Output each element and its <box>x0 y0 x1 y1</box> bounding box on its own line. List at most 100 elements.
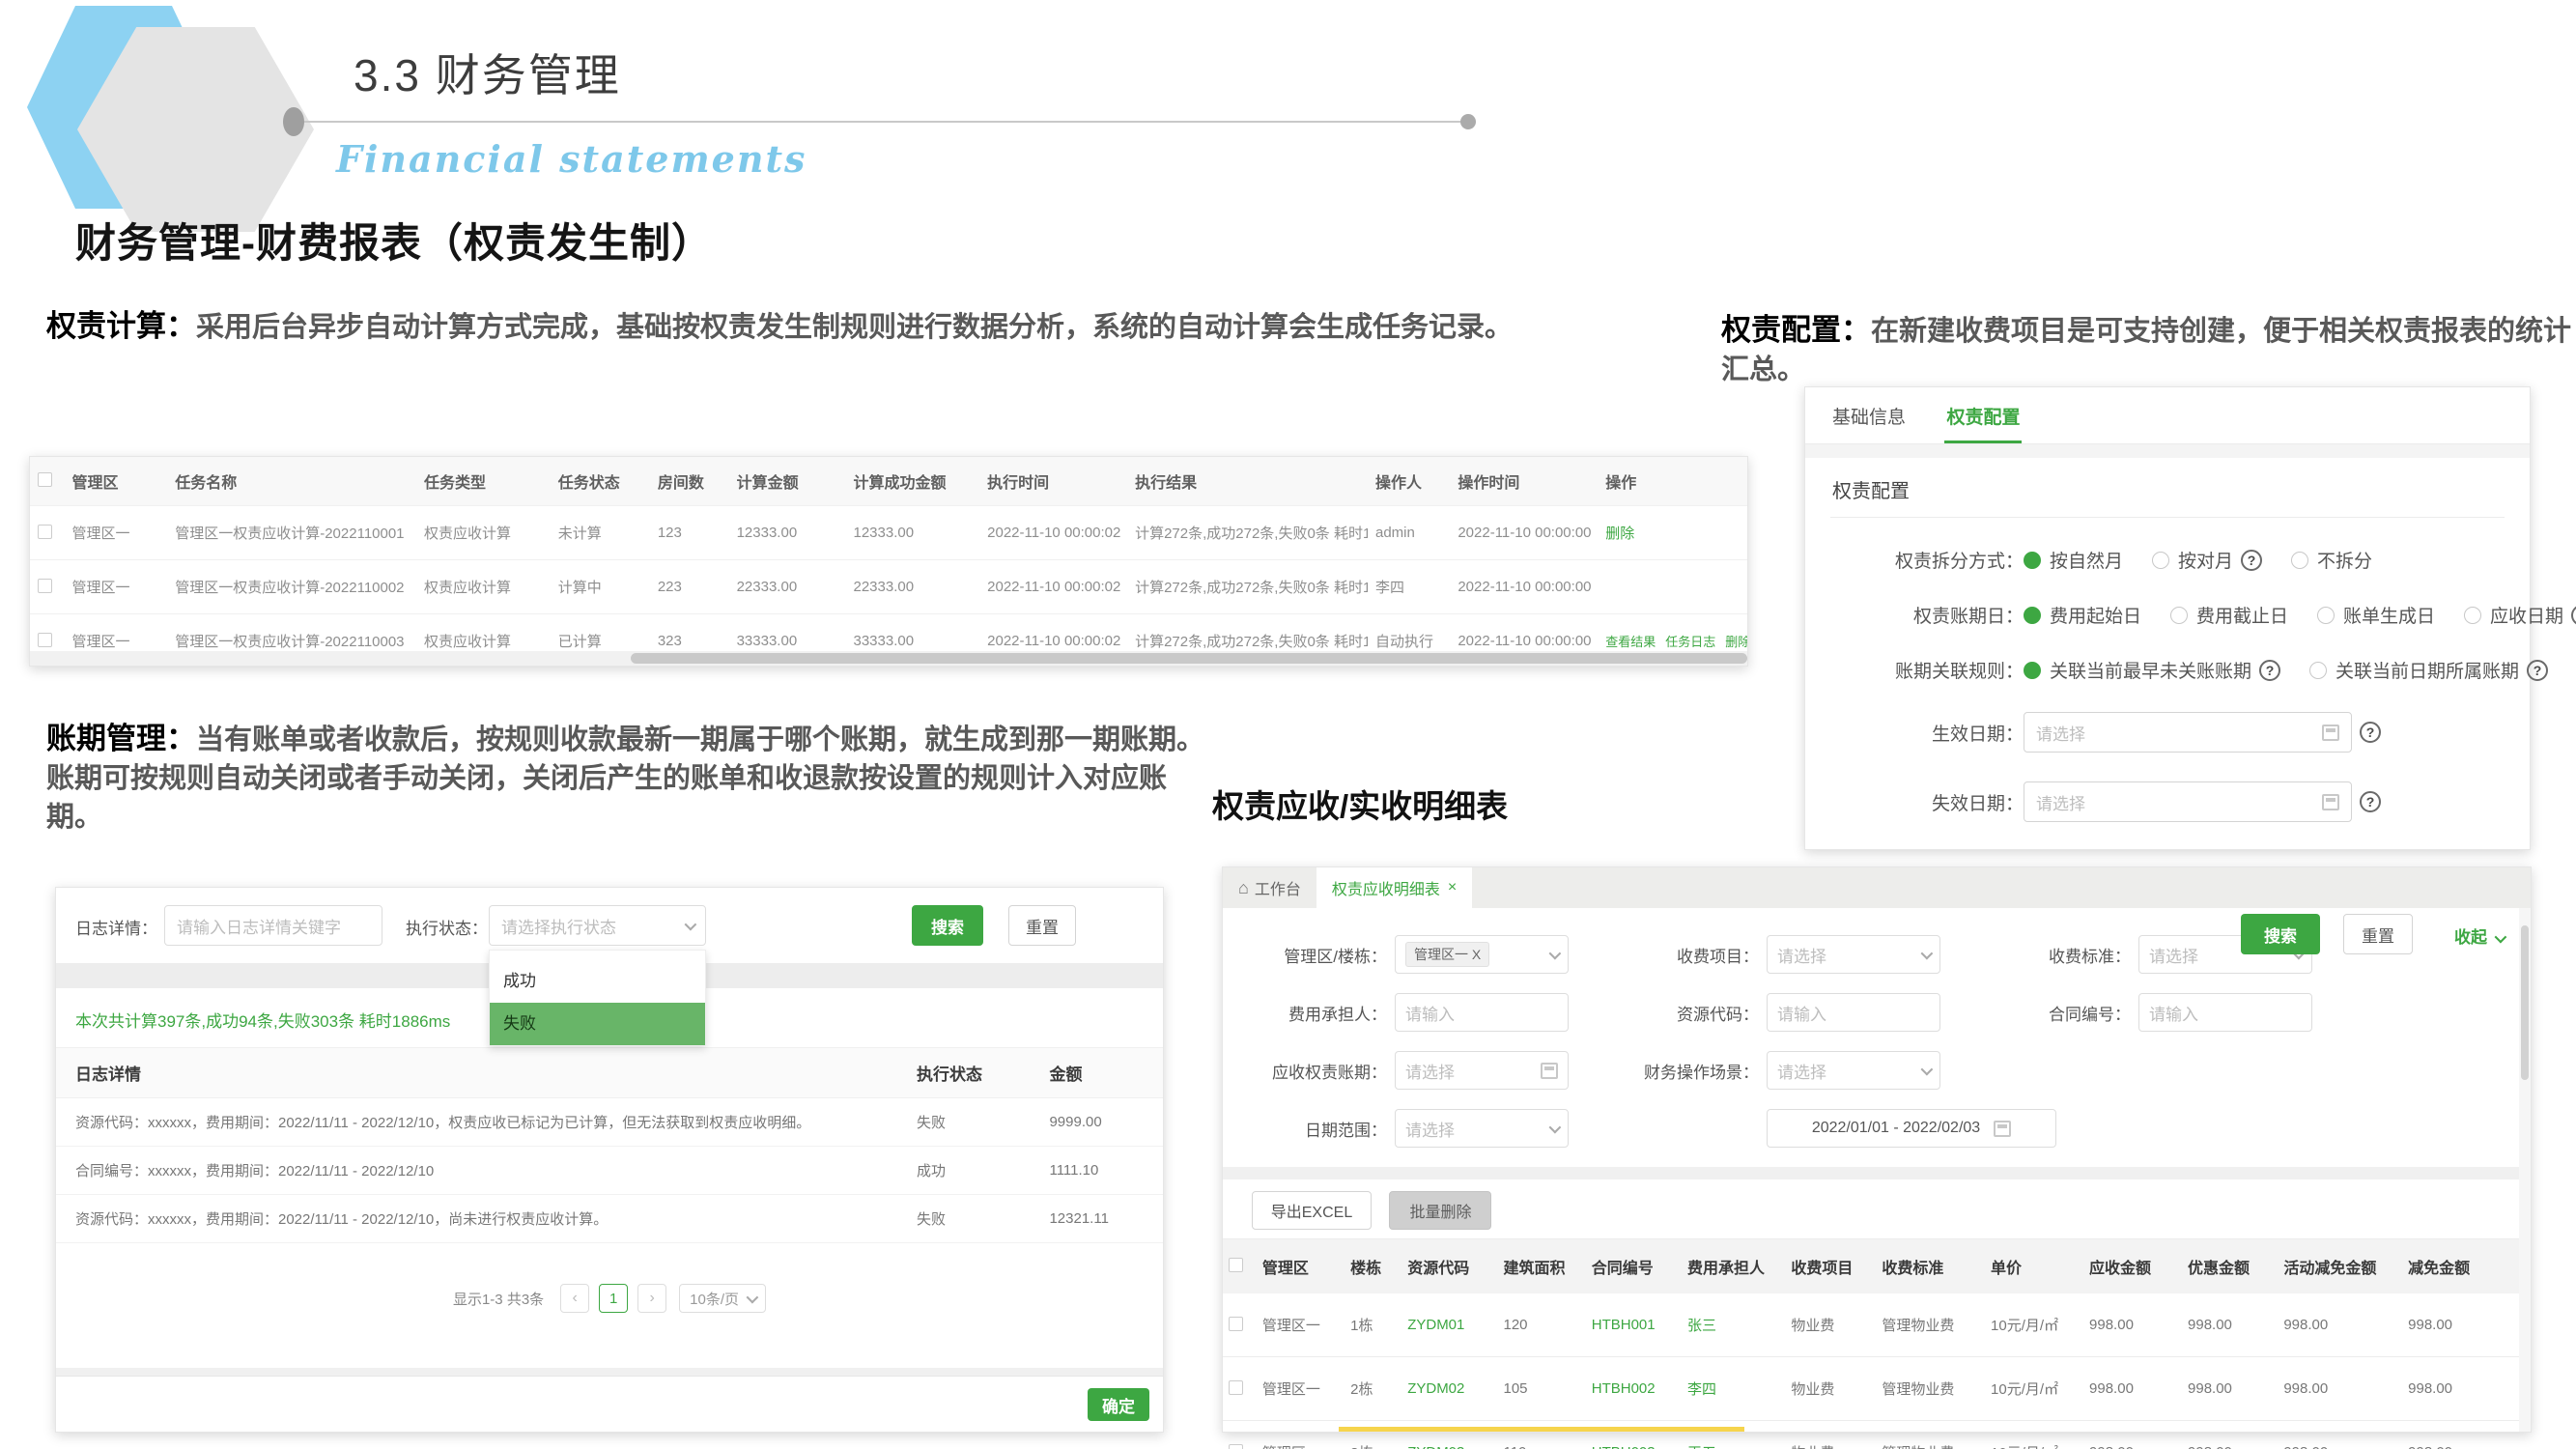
page-size-value: 10条/页 <box>690 1289 739 1309</box>
tab-duty-config[interactable]: 权责配置 <box>1944 403 2022 443</box>
col-contract-no: 合同编号 <box>1586 1239 1682 1293</box>
tab-basic-info[interactable]: 基础信息 <box>1830 403 1908 440</box>
task-log-link[interactable]: 任务日志 <box>1665 635 1715 649</box>
help-icon[interactable] <box>2259 660 2280 681</box>
filter-resource-code: 资源代码： 请输入 <box>1614 993 1940 1032</box>
search-button[interactable]: 搜索 <box>2241 914 2320 954</box>
area-select[interactable]: 管理区一 X <box>1395 935 1569 974</box>
date-range-picker[interactable]: 2022/01/01 - 2022/02/03 <box>1767 1109 2056 1148</box>
col-fee-standard: 收费标准 <box>1876 1239 1985 1293</box>
filter-finance-scene: 财务操作场景： 请选择 <box>1614 1051 1940 1090</box>
option-label: 按对月 <box>2178 547 2233 573</box>
payer-input[interactable]: 请输入 <box>1395 993 1569 1032</box>
log-detail-input[interactable]: 请输入日志详情关键字 <box>164 905 382 946</box>
row-checkbox[interactable] <box>38 633 52 647</box>
dialog-footer: 确定 <box>56 1376 1163 1432</box>
effective-date-input[interactable]: 请选择 <box>2024 712 2352 753</box>
select-all-checkbox[interactable] <box>38 472 52 487</box>
col-exec-result: 执行结果 <box>1127 457 1368 506</box>
collapse-label: 收起 <box>2454 928 2487 947</box>
expire-date-input[interactable]: 请选择 <box>2024 781 2352 822</box>
radio-bill-created-date[interactable] <box>2317 607 2335 624</box>
select-all-checkbox[interactable] <box>1229 1258 1243 1272</box>
row-checkbox[interactable] <box>38 525 52 539</box>
detail-row: 管理区一 1栋 ZYDM01 120 HTBH001 张三 物业费 管理物业费 … <box>1223 1293 2519 1357</box>
exec-status-select[interactable]: 请选择执行状态 <box>489 905 706 946</box>
vertical-scrollbar[interactable] <box>2519 908 2531 1432</box>
view-result-link[interactable]: 查看结果 <box>1605 635 1656 649</box>
scrollbar-thumb[interactable] <box>631 653 1747 664</box>
chevron-down-icon <box>747 1291 759 1303</box>
radio-receivable-date[interactable] <box>2464 607 2481 624</box>
radio-earliest-open-period[interactable] <box>2024 662 2041 679</box>
reset-button[interactable]: 重置 <box>1008 905 1076 946</box>
receivable-period-datepicker[interactable]: 请选择 <box>1395 1051 1569 1090</box>
page-size-select[interactable]: 10条/页 <box>679 1284 766 1313</box>
row-checkbox[interactable] <box>1229 1444 1243 1449</box>
config-section-title: 权责配置 <box>1830 458 2505 518</box>
finance-scene-select[interactable]: 请选择 <box>1767 1051 1940 1090</box>
radio-current-date-period[interactable] <box>2309 662 2327 679</box>
help-icon[interactable] <box>2571 605 2576 626</box>
filter-contract-no: 合同编号： 请输入 <box>1986 993 2312 1032</box>
horizontal-scrollbar[interactable] <box>30 651 1747 666</box>
pagination-next-button[interactable]: › <box>637 1284 666 1313</box>
col-amount: 金额 <box>1030 1048 1163 1098</box>
help-icon[interactable] <box>2360 722 2381 743</box>
batch-delete-button[interactable]: 批量删除 <box>1389 1191 1491 1230</box>
placeholder-text: 请选择 <box>1777 1059 1826 1083</box>
search-button[interactable]: 搜索 <box>912 905 983 946</box>
help-icon[interactable] <box>2241 550 2262 571</box>
export-excel-button[interactable]: 导出EXCEL <box>1252 1191 1372 1230</box>
resource-code-link[interactable]: ZYDM03 <box>1401 1421 1497 1449</box>
contract-no-link[interactable]: HTBH003 <box>1586 1421 1682 1449</box>
confirm-button[interactable]: 确定 <box>1088 1388 1149 1421</box>
chevron-down-icon <box>2495 931 2507 944</box>
radio-paired-month[interactable] <box>2152 552 2169 569</box>
option-label: 按自然月 <box>2050 547 2123 573</box>
dropdown-option-success[interactable]: 成功 <box>490 960 705 1003</box>
scrollbar-thumb[interactable] <box>2521 925 2529 1080</box>
contract-no-input[interactable]: 请输入 <box>2138 993 2312 1032</box>
collapse-toggle[interactable]: 收起 <box>2454 923 2504 948</box>
delete-link[interactable]: 删除 <box>1725 635 1747 649</box>
resource-code-link[interactable]: ZYDM02 <box>1401 1357 1497 1421</box>
tab-workbench[interactable]: ⌂工作台 <box>1223 867 1316 908</box>
task-table-row: 管理区一 管理区一权责应收计算-2022110001 权责应收计算 未计算 12… <box>30 506 1747 560</box>
date-range-type-select[interactable]: 请选择 <box>1395 1109 1569 1148</box>
radio-no-split[interactable] <box>2291 552 2308 569</box>
help-icon[interactable] <box>2527 660 2548 681</box>
placeholder-text: 请选择 <box>2036 721 2085 745</box>
help-icon[interactable] <box>2360 791 2381 812</box>
col-amount: 计算金额 <box>729 457 846 506</box>
pagination-page-1[interactable]: 1 <box>599 1284 628 1313</box>
resource-code-link[interactable]: ZYDM01 <box>1401 1293 1497 1357</box>
row-checkbox[interactable] <box>1229 1380 1243 1395</box>
paragraph-duty-config: 权责配置：在新建收费项目是可支持创建，便于相关权责报表的统计汇总。 <box>1721 311 2571 389</box>
tab-receivable-detail[interactable]: 权责应收明细表× <box>1316 867 1472 908</box>
close-icon[interactable]: × <box>1448 879 1457 896</box>
fee-item-select[interactable]: 请选择 <box>1767 935 1940 974</box>
reset-button[interactable]: 重置 <box>2343 914 2413 954</box>
payer-link[interactable]: 李四 <box>1682 1357 1785 1421</box>
section-divider <box>1805 444 2530 458</box>
radio-fee-start-date[interactable] <box>2024 607 2041 624</box>
payer-link[interactable]: 张三 <box>1682 1293 1785 1357</box>
resource-code-input[interactable]: 请输入 <box>1767 993 1940 1032</box>
divider-band <box>1223 1167 2531 1179</box>
dropdown-option-fail[interactable]: 失败 <box>490 1003 705 1045</box>
contract-no-link[interactable]: HTBH002 <box>1586 1357 1682 1421</box>
payer-link[interactable]: 王五 <box>1682 1421 1785 1449</box>
delete-link[interactable]: 删除 <box>1605 526 1634 542</box>
col-task-type: 任务类型 <box>416 457 551 506</box>
placeholder-text: 请输入 <box>1777 1001 1826 1025</box>
pagination-prev-button[interactable]: ‹ <box>560 1284 589 1313</box>
radio-natural-month[interactable] <box>2024 552 2041 569</box>
radio-fee-end-date[interactable] <box>2170 607 2188 624</box>
filter-date-range: 2022/01/01 - 2022/02/03 <box>1767 1109 2056 1148</box>
row-checkbox[interactable] <box>1229 1317 1243 1331</box>
option-label: 应收日期 <box>2490 602 2563 628</box>
row-checkbox[interactable] <box>38 579 52 593</box>
selected-tag[interactable]: 管理区一 X <box>1405 942 1489 967</box>
contract-no-link[interactable]: HTBH001 <box>1586 1293 1682 1357</box>
